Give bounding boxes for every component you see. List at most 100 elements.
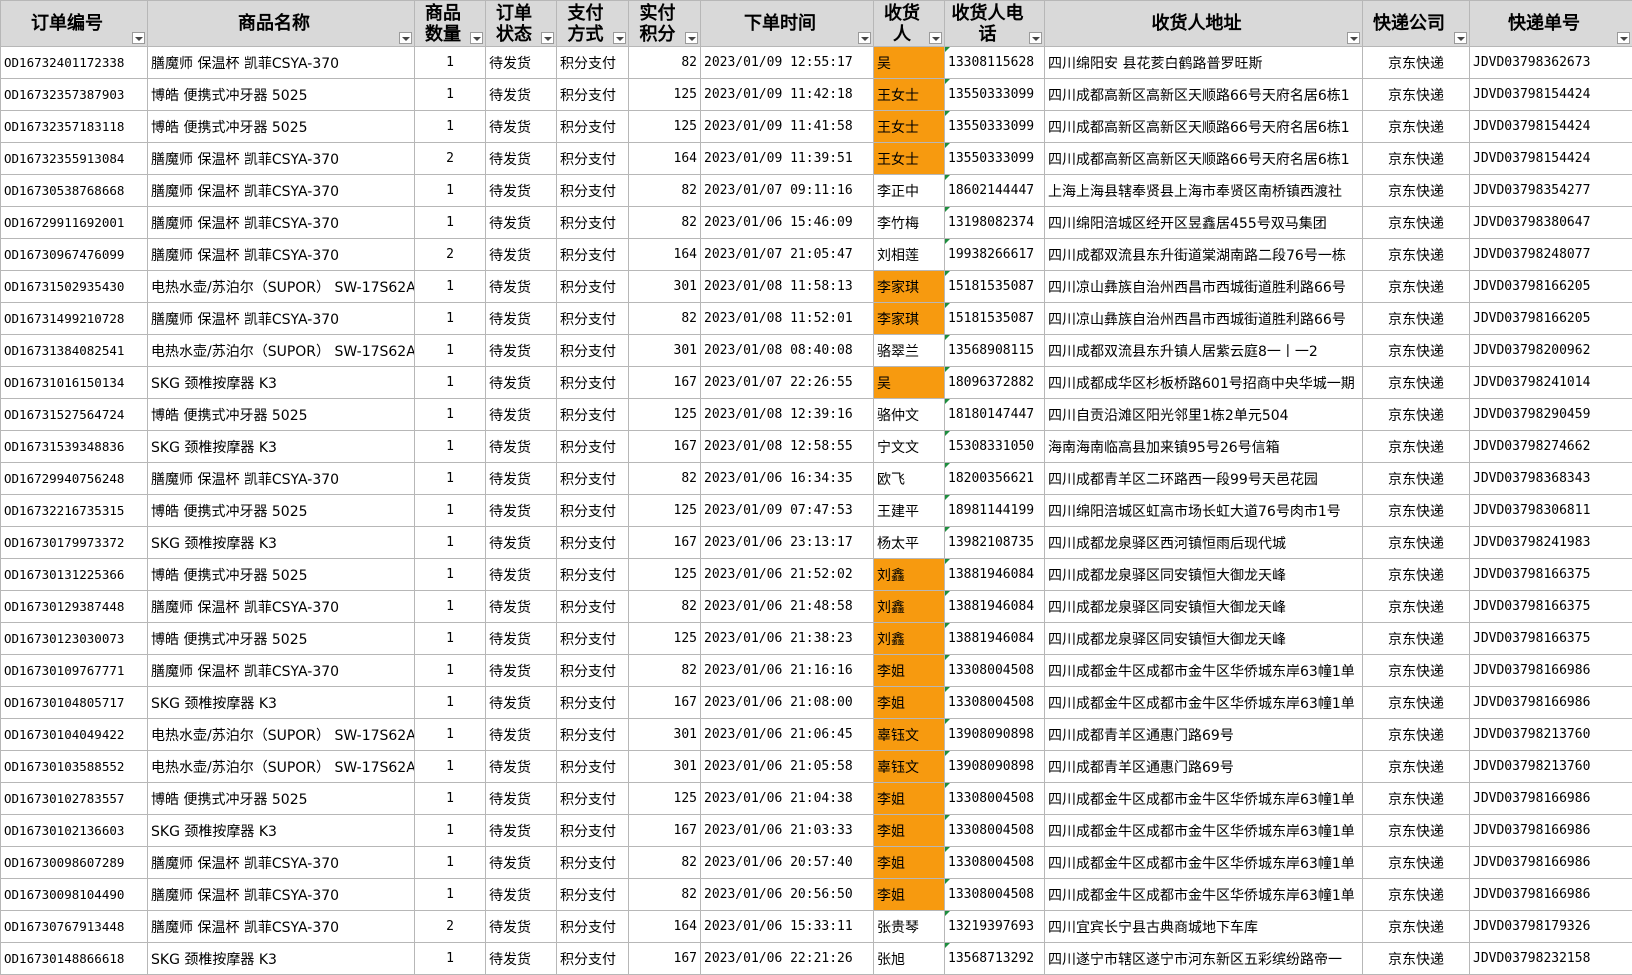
quantity-cell[interactable]: 1 bbox=[414, 878, 486, 911]
payment-method-cell[interactable]: 积分支付 bbox=[556, 526, 629, 559]
product-name-cell[interactable]: 膳魔师 保温杯 凯菲CSYA-370 bbox=[147, 142, 415, 175]
tracking-number-cell[interactable]: JDVD03798166986 bbox=[1469, 782, 1632, 815]
payment-method-cell[interactable]: 积分支付 bbox=[556, 686, 629, 719]
courier-cell[interactable]: 京东快递 bbox=[1362, 302, 1470, 335]
order-time-cell[interactable]: 2023/01/06 20:57:40 bbox=[700, 846, 874, 879]
payment-method-cell[interactable]: 积分支付 bbox=[556, 494, 629, 527]
order-id-cell[interactable]: OD16730098607289 bbox=[0, 846, 148, 879]
order-status-cell[interactable]: 待发货 bbox=[485, 46, 557, 79]
phone-cell[interactable]: 13908090898 bbox=[944, 750, 1045, 783]
payment-method-cell[interactable]: 积分支付 bbox=[556, 654, 629, 687]
order-id-cell[interactable]: OD16730129387448 bbox=[0, 590, 148, 623]
address-cell[interactable]: 四川成都高新区高新区天顺路66号天府名居6栋1 bbox=[1044, 110, 1363, 143]
address-cell[interactable]: 四川成都龙泉驿区同安镇恒大御龙天峰 bbox=[1044, 590, 1363, 623]
tracking-number-cell[interactable]: JDVD03798241983 bbox=[1469, 526, 1632, 559]
receiver-cell[interactable]: 李姐 bbox=[873, 846, 945, 879]
address-cell[interactable]: 四川宜宾长宁县古典商城地下车库 bbox=[1044, 910, 1363, 943]
order-id-cell[interactable]: OD16730109767771 bbox=[0, 654, 148, 687]
payment-method-cell[interactable]: 积分支付 bbox=[556, 142, 629, 175]
payment-method-cell[interactable]: 积分支付 bbox=[556, 622, 629, 655]
payment-method-cell[interactable]: 积分支付 bbox=[556, 942, 629, 975]
product-name-cell[interactable]: SKG 颈椎按摩器 K3 bbox=[147, 526, 415, 559]
tracking-number-cell[interactable]: JDVD03798354277 bbox=[1469, 174, 1632, 207]
tracking-number-cell[interactable]: JDVD03798213760 bbox=[1469, 750, 1632, 783]
order-time-cell[interactable]: 2023/01/06 22:21:26 bbox=[700, 942, 874, 975]
receiver-cell[interactable]: 李姐 bbox=[873, 654, 945, 687]
quantity-cell[interactable]: 1 bbox=[414, 750, 486, 783]
order-status-cell[interactable]: 待发货 bbox=[485, 398, 557, 431]
order-time-cell[interactable]: 2023/01/06 21:48:58 bbox=[700, 590, 874, 623]
order-id-cell[interactable]: OD16730131225366 bbox=[0, 558, 148, 591]
product-name-cell[interactable]: SKG 颈椎按摩器 K3 bbox=[147, 430, 415, 463]
order-time-cell[interactable]: 2023/01/06 16:34:35 bbox=[700, 462, 874, 495]
courier-cell[interactable]: 京东快递 bbox=[1362, 814, 1470, 847]
tracking-number-cell[interactable]: JDVD03798154424 bbox=[1469, 78, 1632, 111]
phone-cell[interactable]: 13550333099 bbox=[944, 110, 1045, 143]
product-name-cell[interactable]: 膳魔师 保温杯 凯菲CSYA-370 bbox=[147, 590, 415, 623]
courier-cell[interactable]: 京东快递 bbox=[1362, 398, 1470, 431]
order-status-cell[interactable]: 待发货 bbox=[485, 686, 557, 719]
points-cell[interactable]: 82 bbox=[628, 878, 701, 911]
product-name-cell[interactable]: 膳魔师 保温杯 凯菲CSYA-370 bbox=[147, 910, 415, 943]
address-cell[interactable]: 上海上海县辖奉贤县上海市奉贤区南桥镇西渡社 bbox=[1044, 174, 1363, 207]
payment-method-cell[interactable]: 积分支付 bbox=[556, 398, 629, 431]
order-id-cell[interactable]: OD16731384082541 bbox=[0, 334, 148, 367]
order-id-cell[interactable]: OD16732357183118 bbox=[0, 110, 148, 143]
order-status-cell[interactable]: 待发货 bbox=[485, 782, 557, 815]
points-cell[interactable]: 301 bbox=[628, 270, 701, 303]
receiver-cell[interactable]: 辜钰文 bbox=[873, 750, 945, 783]
order-status-cell[interactable]: 待发货 bbox=[485, 334, 557, 367]
product-name-cell[interactable]: 膳魔师 保温杯 凯菲CSYA-370 bbox=[147, 174, 415, 207]
tracking-number-cell[interactable]: JDVD03798166205 bbox=[1469, 270, 1632, 303]
order-id-cell[interactable]: OD16730148866618 bbox=[0, 942, 148, 975]
order-status-cell[interactable]: 待发货 bbox=[485, 270, 557, 303]
receiver-cell[interactable]: 李竹梅 bbox=[873, 206, 945, 239]
address-cell[interactable]: 四川成都龙泉驿区同安镇恒大御龙天峰 bbox=[1044, 622, 1363, 655]
phone-cell[interactable]: 13908090898 bbox=[944, 718, 1045, 751]
payment-method-cell[interactable]: 积分支付 bbox=[556, 750, 629, 783]
tracking-number-cell[interactable]: JDVD03798200962 bbox=[1469, 334, 1632, 367]
courier-cell[interactable]: 京东快递 bbox=[1362, 238, 1470, 271]
order-id-cell[interactable]: OD16730538768668 bbox=[0, 174, 148, 207]
address-cell[interactable]: 四川成都金牛区成都市金牛区华侨城东岸63幢1单 bbox=[1044, 686, 1363, 719]
points-cell[interactable]: 164 bbox=[628, 910, 701, 943]
quantity-cell[interactable]: 1 bbox=[414, 110, 486, 143]
order-status-cell[interactable]: 待发货 bbox=[485, 846, 557, 879]
product-name-cell[interactable]: 膳魔师 保温杯 凯菲CSYA-370 bbox=[147, 878, 415, 911]
product-name-cell[interactable]: 博皓 便携式冲牙器 5025 bbox=[147, 110, 415, 143]
receiver-cell[interactable]: 李家琪 bbox=[873, 270, 945, 303]
payment-method-cell[interactable]: 积分支付 bbox=[556, 270, 629, 303]
address-cell[interactable]: 海南海南临高县加来镇95号26号信箱 bbox=[1044, 430, 1363, 463]
points-cell[interactable]: 82 bbox=[628, 206, 701, 239]
order-id-cell[interactable]: OD16732355913084 bbox=[0, 142, 148, 175]
phone-cell[interactable]: 13308115628 bbox=[944, 46, 1045, 79]
address-cell[interactable]: 四川成都青羊区通惠门路69号 bbox=[1044, 750, 1363, 783]
product-name-cell[interactable]: 博皓 便携式冲牙器 5025 bbox=[147, 398, 415, 431]
order-id-cell[interactable]: OD16730104049422 bbox=[0, 718, 148, 751]
courier-cell[interactable]: 京东快递 bbox=[1362, 78, 1470, 111]
payment-method-cell[interactable]: 积分支付 bbox=[556, 462, 629, 495]
phone-cell[interactable]: 13308004508 bbox=[944, 846, 1045, 879]
order-time-cell[interactable]: 2023/01/09 11:41:58 bbox=[700, 110, 874, 143]
filter-dropdown-icon[interactable] bbox=[132, 32, 145, 44]
address-cell[interactable]: 四川绵阳涪城区虹高市场长虹大道76号肉市1号 bbox=[1044, 494, 1363, 527]
order-time-cell[interactable]: 2023/01/08 08:40:08 bbox=[700, 334, 874, 367]
spreadsheet-grid[interactable]: 订单编号 商品名称 商品数量 订单状态 支付方式 实付积分 下单时间 收货人 收… bbox=[0, 0, 1632, 975]
phone-cell[interactable]: 15308331050 bbox=[944, 430, 1045, 463]
product-name-cell[interactable]: 膳魔师 保温杯 凯菲CSYA-370 bbox=[147, 238, 415, 271]
order-time-cell[interactable]: 2023/01/07 09:11:16 bbox=[700, 174, 874, 207]
phone-cell[interactable]: 18200356621 bbox=[944, 462, 1045, 495]
quantity-cell[interactable]: 1 bbox=[414, 430, 486, 463]
quantity-cell[interactable]: 1 bbox=[414, 270, 486, 303]
product-name-cell[interactable]: 博皓 便携式冲牙器 5025 bbox=[147, 494, 415, 527]
receiver-cell[interactable]: 张旭 bbox=[873, 942, 945, 975]
tracking-number-cell[interactable]: JDVD03798306811 bbox=[1469, 494, 1632, 527]
points-cell[interactable]: 125 bbox=[628, 78, 701, 111]
quantity-cell[interactable]: 1 bbox=[414, 334, 486, 367]
product-name-cell[interactable]: 膳魔师 保温杯 凯菲CSYA-370 bbox=[147, 302, 415, 335]
product-name-cell[interactable]: 电热水壶/苏泊尔（SUPOR） SW-17S62A bbox=[147, 334, 415, 367]
receiver-cell[interactable]: 骆翠兰 bbox=[873, 334, 945, 367]
points-cell[interactable]: 82 bbox=[628, 590, 701, 623]
receiver-cell[interactable]: 吴 bbox=[873, 366, 945, 399]
receiver-cell[interactable]: 刘鑫 bbox=[873, 622, 945, 655]
